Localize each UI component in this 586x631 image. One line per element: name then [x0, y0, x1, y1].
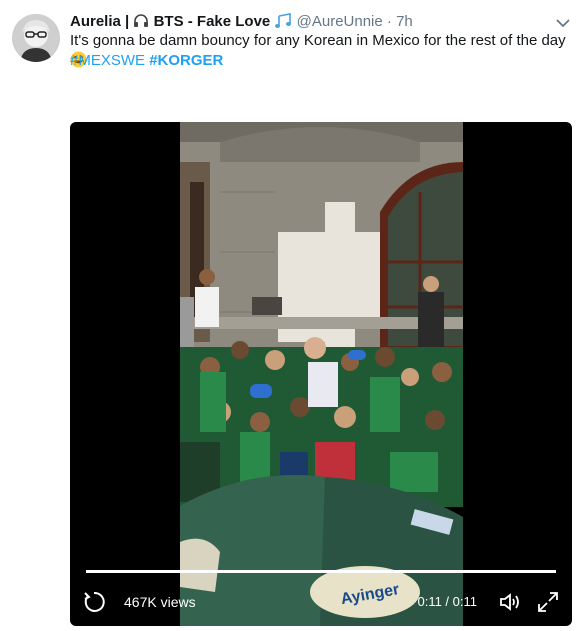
hashtag-korger[interactable]: #KORGER [149, 52, 223, 69]
display-name-suffix[interactable]: BTS - Fake Love [154, 13, 271, 30]
view-count: 467K views [124, 594, 196, 610]
tweet-text-body: It's gonna be damn bouncy for any Korean… [70, 32, 566, 49]
video-frame[interactable]: Ayinger [180, 122, 463, 626]
display-name[interactable]: Aurelia [70, 13, 121, 30]
tweet: Aurelia | BTS - Fake Love @AureUnnie · 7… [0, 0, 586, 631]
avatar-image [12, 14, 60, 62]
volume-icon[interactable] [498, 590, 522, 614]
video-controls: 467K views 0:11 / 0:11 [70, 584, 572, 620]
video-still: Ayinger [180, 122, 463, 626]
progress-fill [86, 570, 556, 573]
replay-icon[interactable] [82, 590, 106, 614]
chevron-down-icon[interactable] [554, 14, 572, 32]
separator-dot: · [386, 13, 392, 30]
progress-bar[interactable] [86, 570, 556, 573]
user-handle[interactable]: @AureUnnie [297, 13, 383, 30]
avatar[interactable] [12, 14, 60, 62]
name-separator: | [125, 13, 130, 30]
timecode: 0:11 / 0:11 [417, 594, 477, 609]
video-player[interactable]: Ayinger 467K views 0:11 / 0:11 [70, 122, 572, 626]
hashtags: #MEXSWE #KORGER [70, 51, 223, 71]
timestamp[interactable]: 7h [396, 13, 413, 30]
hashtag-mexswe[interactable]: #MEXSWE [70, 52, 145, 69]
fullscreen-icon[interactable] [536, 590, 560, 614]
